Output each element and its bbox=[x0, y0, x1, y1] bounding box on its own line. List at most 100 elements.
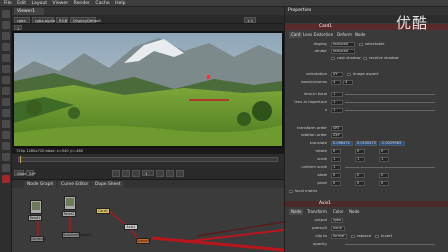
rotate-z-field[interactable]: 0 bbox=[379, 149, 389, 154]
layer-select[interactable]: rgba.alpha bbox=[32, 16, 55, 23]
columns-field[interactable]: 4 bbox=[343, 80, 353, 85]
tab-deform[interactable]: Deform bbox=[337, 32, 352, 38]
color-tool-icon[interactable] bbox=[2, 54, 10, 62]
node-camera1[interactable]: Camera1 bbox=[30, 236, 46, 242]
menu-file[interactable]: File bbox=[4, 0, 12, 7]
menu-render[interactable]: Render bbox=[74, 0, 90, 7]
local-matrix-toggle[interactable] bbox=[289, 189, 293, 193]
menu-viewer[interactable]: Viewer bbox=[53, 0, 69, 7]
particles-tool-icon[interactable] bbox=[2, 142, 10, 150]
viewer-tab[interactable]: Viewer1 bbox=[14, 8, 44, 15]
frame-field[interactable]: 1 bbox=[142, 170, 154, 176]
tab-node-2[interactable]: Node bbox=[289, 209, 304, 215]
translate-z-field[interactable]: -0.0229583 bbox=[379, 141, 405, 146]
menu-cache[interactable]: Cache bbox=[95, 0, 109, 7]
next-frame-button[interactable] bbox=[166, 170, 174, 177]
image-tool-icon[interactable] bbox=[2, 10, 10, 18]
tab-lens-distortion[interactable]: Lens Distortion bbox=[303, 32, 333, 38]
receive-shadow-checkbox[interactable] bbox=[363, 56, 367, 60]
skew-x-field[interactable]: 0 bbox=[331, 173, 341, 178]
rotate-x-field[interactable]: 0 bbox=[331, 149, 341, 154]
tab-dope-sheet[interactable]: Dope Sheet bbox=[92, 181, 124, 188]
draw-tool-icon[interactable] bbox=[2, 21, 10, 29]
node-read1[interactable]: Read1 bbox=[28, 215, 42, 221]
uniform-scale-field[interactable]: 1 bbox=[331, 165, 341, 170]
node-scanlinerender1[interactable]: ScanlineRender1 bbox=[62, 232, 92, 238]
rotation-order-select[interactable]: ZXY bbox=[331, 133, 343, 138]
other-tool-icon[interactable] bbox=[2, 164, 10, 172]
z-field[interactable]: 1 bbox=[331, 108, 343, 113]
menu-layout[interactable]: Layout bbox=[31, 0, 47, 7]
read-node-2[interactable] bbox=[64, 196, 76, 210]
filter-tool-icon[interactable] bbox=[2, 65, 10, 73]
translate-y-field[interactable]: 0.0100472 bbox=[355, 141, 377, 146]
keyer-tool-icon[interactable] bbox=[2, 76, 10, 84]
fps-field[interactable]: 24* bbox=[26, 170, 36, 176]
furnace-tool-icon[interactable] bbox=[2, 175, 10, 183]
orientation-select[interactable]: XY bbox=[331, 72, 343, 77]
read-node[interactable] bbox=[30, 200, 42, 214]
tab-card[interactable]: Card bbox=[289, 32, 303, 38]
input-select[interactable]: DisplayDefault bbox=[70, 16, 101, 23]
lens-aperture-field[interactable]: 1 bbox=[331, 100, 343, 105]
premult-select[interactable]: none bbox=[331, 226, 345, 231]
rows-field[interactable]: 4 bbox=[331, 80, 341, 85]
replace-checkbox[interactable] bbox=[351, 234, 355, 238]
views-tool-icon[interactable] bbox=[2, 120, 10, 128]
invert-checkbox[interactable] bbox=[375, 234, 379, 238]
gain-field[interactable]: 1 bbox=[14, 25, 22, 31]
display-select[interactable]: textured bbox=[331, 42, 355, 47]
output-select[interactable]: rgba bbox=[331, 218, 343, 223]
transform-tool-icon[interactable] bbox=[2, 98, 10, 106]
pivot-z-field[interactable]: 0 bbox=[379, 181, 389, 186]
3d-tool-icon[interactable] bbox=[2, 109, 10, 117]
tab-node[interactable]: Node bbox=[355, 32, 365, 38]
cast-shadow-checkbox[interactable] bbox=[331, 56, 335, 60]
play-backward-button[interactable] bbox=[132, 170, 140, 177]
channel-select[interactable]: rgba bbox=[14, 16, 30, 23]
lens-focal-slider[interactable] bbox=[345, 93, 435, 95]
skew-z-field[interactable]: 0 bbox=[379, 173, 389, 178]
metadata-tool-icon[interactable] bbox=[2, 131, 10, 139]
time-tool-icon[interactable] bbox=[2, 32, 10, 40]
image-aspect-checkbox[interactable] bbox=[347, 72, 351, 76]
node-read2[interactable]: Read2 bbox=[62, 211, 76, 217]
tab-color[interactable]: Color bbox=[333, 209, 343, 215]
transform-order-select[interactable]: SRT bbox=[331, 126, 343, 131]
timeline-track[interactable] bbox=[18, 157, 278, 162]
node-graph[interactable]: Read1 Read2 Card1 Axis1 Scene1 Camera1 S… bbox=[12, 188, 284, 252]
z-slider[interactable] bbox=[345, 109, 435, 111]
selectable-checkbox[interactable] bbox=[359, 42, 363, 46]
uniform-scale-slider[interactable] bbox=[345, 166, 435, 168]
axis-node-header[interactable]: Axis1 bbox=[285, 201, 448, 207]
tab-curve-editor[interactable]: Curve Editor bbox=[58, 181, 92, 188]
node-card1[interactable]: Card1 bbox=[96, 208, 110, 214]
tab-node-graph[interactable]: Node Graph bbox=[24, 181, 57, 188]
pivot-y-field[interactable]: 0 bbox=[355, 181, 365, 186]
first-frame-button[interactable] bbox=[112, 170, 120, 177]
timeline[interactable] bbox=[12, 154, 284, 168]
pivot-x-field[interactable]: 0 bbox=[331, 181, 341, 186]
toolsets-tool-icon[interactable] bbox=[2, 153, 10, 161]
lens-aperture-slider[interactable] bbox=[345, 101, 435, 103]
scale-x-field[interactable]: 1 bbox=[331, 157, 341, 162]
translate-x-field[interactable]: 0.008474 bbox=[331, 141, 353, 146]
zoom-select[interactable]: 1:1 bbox=[244, 16, 256, 23]
tab-node-3[interactable]: Node bbox=[349, 209, 359, 215]
tab-transform[interactable]: Transform bbox=[307, 209, 327, 215]
clip-to-select[interactable]: format bbox=[331, 234, 347, 239]
render-select[interactable]: textured bbox=[331, 49, 355, 54]
menu-edit[interactable]: Edit bbox=[17, 0, 26, 7]
play-forward-button[interactable] bbox=[156, 170, 164, 177]
node-axis1[interactable]: Axis1 bbox=[124, 224, 138, 230]
range-select[interactable]: Global bbox=[14, 170, 29, 176]
rotate-y-field[interactable]: 0 bbox=[355, 149, 365, 154]
skew-y-field[interactable]: 0 bbox=[355, 173, 365, 178]
last-frame-button[interactable] bbox=[176, 170, 184, 177]
opacity-slider[interactable] bbox=[345, 243, 435, 245]
current-frame-marker[interactable] bbox=[20, 156, 21, 163]
merge-tool-icon[interactable] bbox=[2, 87, 10, 95]
menu-help[interactable]: Help bbox=[115, 0, 125, 7]
prev-frame-button[interactable] bbox=[122, 170, 130, 177]
node-scene1[interactable]: Scene1 bbox=[136, 238, 150, 244]
